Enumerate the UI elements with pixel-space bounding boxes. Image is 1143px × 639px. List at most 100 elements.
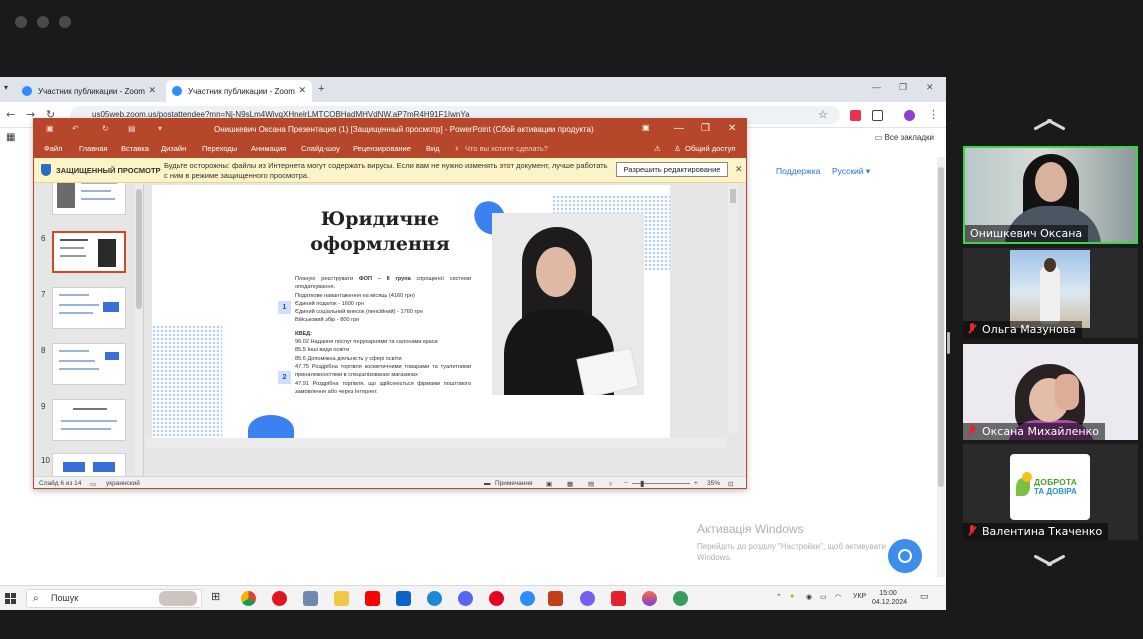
ribbon-tab-home[interactable]: Главная [79,144,108,153]
ribbon-tab-view[interactable]: Вид [426,144,440,153]
chat-bubble-icon[interactable] [888,539,922,573]
spellcheck-icon[interactable]: ▭ [90,480,96,488]
customize-toolbar-icon[interactable]: ▾ [158,124,162,133]
windows-start-icon[interactable] [5,593,16,604]
participant-tile-3[interactable]: Оксана Михайленко [963,344,1138,440]
viber-icon[interactable] [580,591,595,606]
back-arrow-icon[interactable]: ← [6,108,15,121]
bookmark-star-icon[interactable]: ☆ [818,108,828,121]
share-button[interactable]: Общий доступ [685,144,735,153]
browser-tab-2[interactable]: Участник публикации - Zoom ✕ [166,80,312,102]
ppt-minimize-icon[interactable]: — [674,123,684,134]
scroll-down-chevron-icon[interactable] [1032,552,1066,568]
ribbon-tab-file[interactable]: Файл [44,144,62,153]
window-minimize-dot[interactable] [37,16,49,28]
tray-app-icon[interactable]: ● [790,593,794,600]
slide-sorter-icon[interactable]: ▦ [567,480,573,488]
all-bookmarks-link[interactable]: ▭ Все закладки [875,133,934,142]
youtube-icon[interactable] [365,591,380,606]
keyboard-language[interactable]: УКР [853,593,866,600]
minimize-icon[interactable]: — [872,82,881,92]
edge-icon[interactable] [427,591,442,606]
app-icon[interactable] [303,591,318,606]
ribbon-tab-review[interactable]: Рецензирование [353,144,411,153]
apps-grid-icon[interactable]: ▦ [6,132,15,143]
page-scroll-thumb[interactable] [938,167,944,487]
ribbon-tab-animation[interactable]: Анимация [251,144,286,153]
language-indicator[interactable]: украинский [106,480,140,487]
powerpoint-icon[interactable] [548,591,563,606]
page-scrollbar[interactable] [937,157,945,577]
tray-chevron-icon[interactable]: ⌃ [776,593,782,601]
normal-view-icon[interactable]: ▣ [546,480,552,488]
opera-icon[interactable] [272,591,287,606]
enable-editing-button[interactable]: Разрешить редактирование [616,162,728,177]
app-flame-icon[interactable] [642,591,657,606]
start-slideshow-icon[interactable]: ▤ [128,124,136,133]
zoom-out-icon[interactable]: − [624,480,628,487]
thumbnails-scroll-thumb[interactable] [136,189,142,309]
tab-close-icon[interactable]: ✕ [298,85,306,96]
wifi-icon[interactable]: ◠ [835,593,841,601]
browser-tab-1[interactable]: Участник публикации - Zoom ✕ [16,80,162,102]
taskbar-search-input[interactable]: ⌕ Пошук [26,589,202,608]
participant-tile-4[interactable]: ДОБРОТА ТА ДОВІРА Валентина Ткаченко [963,444,1138,540]
slide-thumbnail-10[interactable]: 10 [34,453,143,476]
slide-thumbnail-8[interactable]: 8 [34,343,143,395]
participant-tile-2[interactable]: Ольга Мазунова [963,248,1138,338]
task-view-icon[interactable]: ⊞ [211,590,226,605]
ppt-maximize-icon[interactable]: ❐ [701,123,710,134]
save-icon[interactable]: ▣ [46,124,54,133]
slide-thumbnail-6[interactable]: 6 [34,231,143,283]
file-explorer-icon[interactable] [334,591,349,606]
ribbon-display-icon[interactable]: ▣ [642,123,650,132]
thumbnails-scrollbar[interactable] [135,183,143,476]
maximize-icon[interactable]: ❐ [899,82,907,93]
reading-view-icon[interactable]: ▤ [588,480,594,488]
slide-thumbnail-7[interactable]: 7 [34,287,143,339]
extension-icon[interactable] [850,110,861,121]
zoom-slider-thumb[interactable]: ▮ [640,479,644,488]
ppt-close-icon[interactable]: ✕ [728,123,736,134]
zoom-in-icon[interactable]: + [694,480,698,487]
window-close-dot[interactable] [15,16,27,28]
tell-me-search[interactable]: Что вы хотите сделать? [465,144,548,153]
language-select[interactable]: Русский ▾ [832,166,870,177]
notes-button[interactable]: Примечания [495,480,533,487]
protected-view-close-icon[interactable]: ✕ [735,164,743,175]
slideshow-view-icon[interactable]: ▿ [609,480,612,488]
window-zoom-dot[interactable] [59,16,71,28]
taskbar-clock[interactable]: 15:00 04.12.2024 [872,589,907,607]
ribbon-tab-transitions[interactable]: Переходы [202,144,237,153]
app-t-icon[interactable] [611,591,626,606]
discord-icon[interactable] [458,591,473,606]
menu-kebab-icon[interactable]: ⋮ [928,108,939,121]
scroll-up-chevron-icon[interactable] [1032,116,1066,132]
tab-close-icon[interactable]: ✕ [148,85,156,96]
editor-scroll-thumb[interactable] [730,189,736,203]
extensions-puzzle-icon[interactable] [872,110,883,121]
slide-thumbnail-9[interactable]: 9 [34,399,143,451]
tab-search-chevron-icon[interactable]: ▾ [4,83,8,92]
close-icon[interactable]: ✕ [926,82,934,93]
panel-resize-handle[interactable] [947,332,950,354]
support-link[interactable]: Поддержка [776,166,820,176]
profile-avatar-icon[interactable] [904,110,915,121]
notifications-icon[interactable]: ▭ [920,591,929,602]
tray-app-icon[interactable]: ◉ [806,593,812,601]
pinterest-icon[interactable] [489,591,504,606]
redo-icon[interactable]: ↻ [102,124,109,133]
undo-icon[interactable]: ↶ [72,124,79,133]
mail-icon[interactable] [396,591,411,606]
ribbon-tab-slideshow[interactable]: Слайд-шоу [301,144,340,153]
fit-to-window-icon[interactable]: ⊡ [728,480,733,488]
chrome-icon[interactable] [241,591,256,606]
zoom-icon[interactable] [520,591,535,606]
slide-thumbnail-5[interactable] [34,183,143,225]
ribbon-tab-insert[interactable]: Вставка [121,144,149,153]
participant-tile-1[interactable]: Онишкевич Оксана [963,146,1138,244]
zoom-level[interactable]: 35% [707,480,720,487]
battery-icon[interactable]: ▭ [820,593,827,601]
editor-horizontal-scrollbar[interactable] [146,438,726,448]
current-slide[interactable]: Юридичне оформлення 1 2 Планую реєструва… [152,185,670,439]
